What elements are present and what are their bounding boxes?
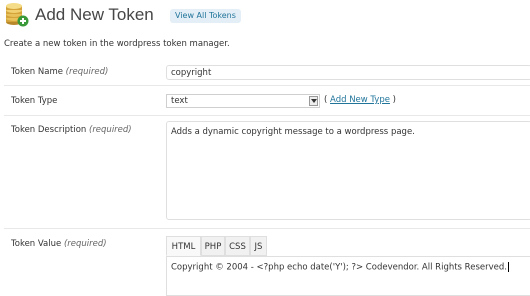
coins-plus-icon — [6, 3, 29, 27]
token-type-select[interactable]: text — [166, 94, 320, 108]
token-value-editor[interactable]: Copyright © 2004 - <?php echo date('Y');… — [166, 256, 530, 296]
intro-text: Create a new token in the wordpress toke… — [4, 39, 230, 49]
text-caret — [507, 262, 509, 272]
add-new-type: ( Add New Type ) — [324, 95, 396, 105]
token-name-input[interactable]: copyright — [166, 65, 530, 80]
token-description-label: Token Description (required) — [11, 125, 132, 135]
token-value-label: Token Value (required) — [11, 239, 107, 249]
view-all-tokens-button[interactable]: View All Tokens — [170, 9, 241, 23]
token-type-label: Token Type — [11, 96, 58, 106]
tab-html[interactable]: HTML — [166, 236, 201, 256]
divider — [4, 85, 530, 86]
tab-js[interactable]: JS — [250, 236, 267, 256]
tab-php[interactable]: PHP — [201, 236, 225, 256]
tab-css[interactable]: CSS — [225, 236, 250, 256]
divider — [4, 228, 530, 229]
divider — [4, 115, 530, 116]
chevron-down-icon[interactable] — [309, 96, 318, 106]
token-name-label: Token Name (required) — [11, 67, 109, 77]
token-description-textarea[interactable]: Adds a dynamic copyright message to a wo… — [166, 121, 530, 220]
add-new-type-link[interactable]: Add New Type — [330, 95, 390, 105]
page-title: Add New Token — [35, 5, 154, 24]
